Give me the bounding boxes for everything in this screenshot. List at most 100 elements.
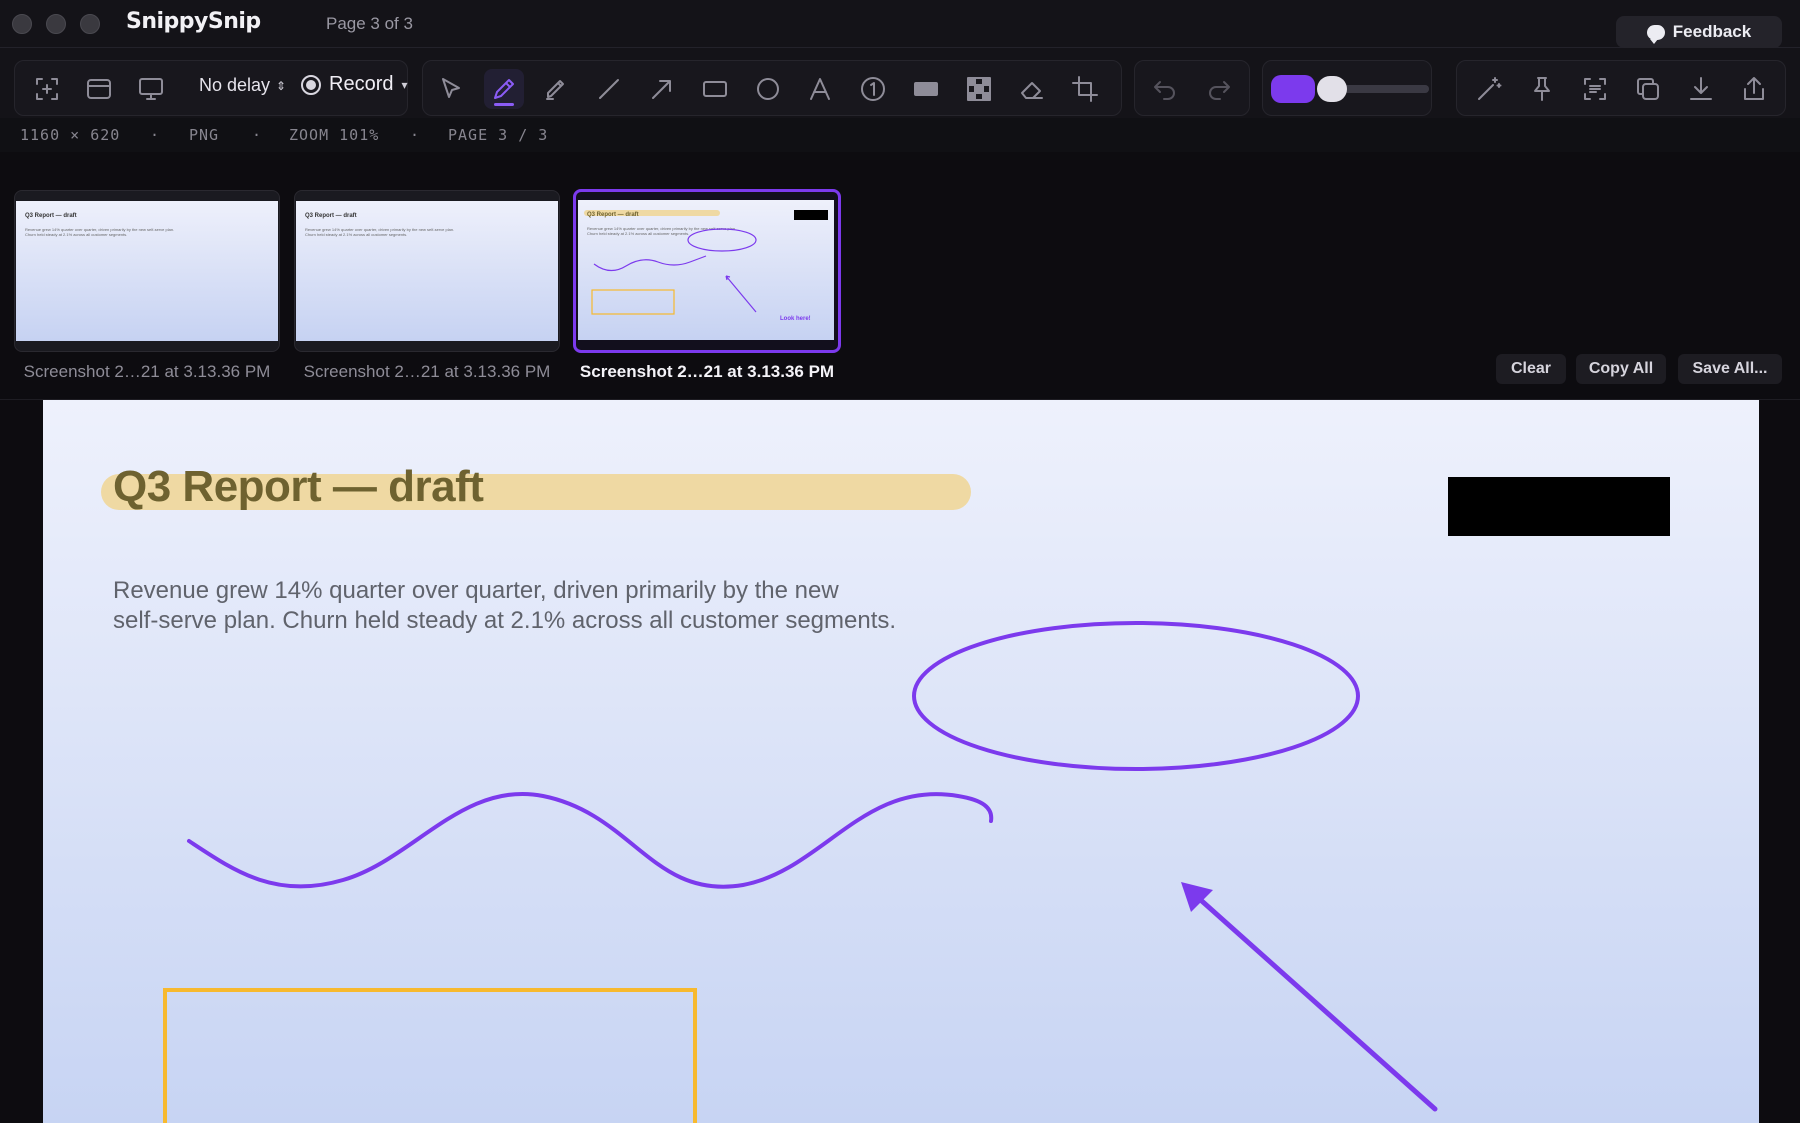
numbered-circle-icon xyxy=(861,77,885,101)
highlighter-icon xyxy=(546,80,564,100)
filled-rectangle-icon xyxy=(914,82,938,96)
screenshot-canvas[interactable]: Q3 Report — draft Revenue grew 14% quart… xyxy=(43,400,1759,1123)
app-name: SnippySnip xyxy=(126,9,261,34)
capture-window-button[interactable] xyxy=(79,69,119,109)
chevron-down-icon: ▾ xyxy=(401,77,408,92)
status-separator: · xyxy=(150,126,161,144)
eraser-tool-button[interactable] xyxy=(1012,69,1052,109)
clear-button[interactable]: Clear xyxy=(1496,354,1566,384)
magic-wand-button[interactable] xyxy=(1469,69,1509,109)
save-all-button[interactable]: Save All... xyxy=(1678,354,1782,384)
image-dimensions: 1160 × 620 xyxy=(20,126,121,144)
thumbnail-strip: Q3 Report — draft Revenue grew 14% quart… xyxy=(0,152,1800,400)
thumbnail-body: Revenue grew 14% quarter over quarter, d… xyxy=(25,227,175,237)
style-group xyxy=(1262,60,1432,116)
rectangle-annotation xyxy=(163,988,697,1123)
record-icon xyxy=(301,74,321,95)
stroke-color-swatch[interactable] xyxy=(1271,75,1315,103)
arrow-icon xyxy=(652,80,671,99)
thumbnail-label: Screenshot 2…21 at 3.13.36 PM xyxy=(23,362,271,381)
delay-value: No delay xyxy=(199,75,271,95)
crosshair-frame-icon xyxy=(36,78,58,100)
capture-group: No delay ⇕ Record ▾ xyxy=(14,60,408,116)
line-tool-button[interactable] xyxy=(589,69,629,109)
monitor-icon xyxy=(139,78,163,100)
feedback-button[interactable]: Feedback xyxy=(1616,16,1782,48)
line-icon xyxy=(599,79,619,99)
text-tool-button[interactable] xyxy=(800,69,840,109)
redact-tool-button[interactable] xyxy=(906,69,946,109)
rectangle-tool-button[interactable] xyxy=(695,69,735,109)
page-indicator: Page 3 of 3 xyxy=(326,14,413,33)
copy-all-button[interactable]: Copy All xyxy=(1576,354,1666,384)
actions-group xyxy=(1456,60,1786,116)
thumbnail-2[interactable]: Q3 Report — draft Revenue grew 14% quart… xyxy=(294,190,560,352)
download-icon xyxy=(1690,77,1712,100)
delay-select[interactable]: No delay ⇕ xyxy=(199,75,286,96)
status-bar: 1160 × 620 · PNG · ZOOM 101% · PAGE 3 / … xyxy=(0,118,1800,152)
copy-button[interactable] xyxy=(1628,69,1668,109)
thumbnail-body: Revenue grew 14% quarter over quarter, d… xyxy=(305,227,455,237)
undo-icon xyxy=(1154,81,1175,100)
share-icon xyxy=(1744,77,1764,100)
pin-button[interactable] xyxy=(1522,69,1562,109)
counter-tool-button[interactable] xyxy=(853,69,893,109)
pen-tool-button[interactable] xyxy=(484,69,524,109)
thumbnail-3-selected[interactable]: Q3 Report — draft Revenue grew 14% quart… xyxy=(573,189,841,353)
record-label: Record xyxy=(329,73,394,95)
cursor-arrow-icon xyxy=(442,78,460,98)
ellipse-annotation xyxy=(912,621,1360,771)
ellipse-tool-button[interactable] xyxy=(748,69,788,109)
updown-chevron-icon: ⇕ xyxy=(276,78,287,93)
circle-icon xyxy=(757,78,779,100)
close-window-button[interactable] xyxy=(12,14,32,34)
arrow-annotation xyxy=(1182,883,1438,1112)
text-scan-icon xyxy=(1584,78,1606,100)
crop-icon xyxy=(1072,76,1098,102)
toolbar: No delay ⇕ Record ▾ xyxy=(0,48,1800,118)
status-separator: · xyxy=(410,126,421,144)
window-icon xyxy=(87,79,111,99)
look-here-annotation: Look here! xyxy=(780,316,811,322)
crop-tool-button[interactable] xyxy=(1065,69,1105,109)
history-group xyxy=(1134,60,1250,116)
share-button[interactable] xyxy=(1734,69,1774,109)
capture-screen-button[interactable] xyxy=(131,69,171,109)
freehand-annotation xyxy=(187,792,994,889)
rectangle-icon xyxy=(703,81,727,97)
thumbnail-label: Screenshot 2…21 at 3.13.36 PM xyxy=(303,362,551,381)
redo-button[interactable] xyxy=(1199,69,1239,109)
thumbnail-title: Q3 Report — draft xyxy=(305,213,357,219)
pen-icon xyxy=(494,79,514,99)
thumbnail-1[interactable]: Q3 Report — draft Revenue grew 14% quart… xyxy=(14,190,280,352)
canvas-area[interactable]: Q3 Report — draft Revenue grew 14% quart… xyxy=(0,400,1800,1123)
text-a-icon xyxy=(810,78,830,100)
save-button[interactable] xyxy=(1681,69,1721,109)
select-tool-button[interactable] xyxy=(431,69,471,109)
thumbnail-preview: Q3 Report — draft Revenue grew 14% quart… xyxy=(578,200,834,340)
drawing-tools-group xyxy=(422,60,1122,116)
zoom-level: ZOOM 101% xyxy=(289,126,380,144)
thumbnail-label-selected: Screenshot 2…21 at 3.13.36 PM xyxy=(579,362,835,381)
feedback-label: Feedback xyxy=(1672,22,1752,41)
record-button[interactable]: Record ▾ xyxy=(301,73,408,96)
undo-button[interactable] xyxy=(1145,69,1185,109)
checkerboard-icon xyxy=(967,77,991,101)
arrow-tool-button[interactable] xyxy=(642,69,682,109)
pin-icon xyxy=(1534,77,1550,101)
capture-area-button[interactable] xyxy=(27,69,67,109)
eraser-icon xyxy=(1021,82,1043,99)
chat-bubble-icon xyxy=(1646,24,1665,44)
thumbnail-title: Q3 Report — draft xyxy=(25,213,77,219)
image-format: PNG xyxy=(189,126,220,144)
ocr-text-button[interactable] xyxy=(1575,69,1615,109)
magic-wand-icon xyxy=(1478,77,1502,100)
zoom-window-button[interactable] xyxy=(80,14,100,34)
page-status: PAGE 3 / 3 xyxy=(448,126,549,144)
highlighter-tool-button[interactable] xyxy=(536,69,576,109)
stroke-size-knob[interactable] xyxy=(1317,76,1347,102)
minimize-window-button[interactable] xyxy=(46,14,66,34)
annotation-layer xyxy=(163,621,1438,1123)
pixelate-tool-button[interactable] xyxy=(959,69,999,109)
title-bar: SnippySnip Page 3 of 3 Feedback xyxy=(0,0,1800,48)
